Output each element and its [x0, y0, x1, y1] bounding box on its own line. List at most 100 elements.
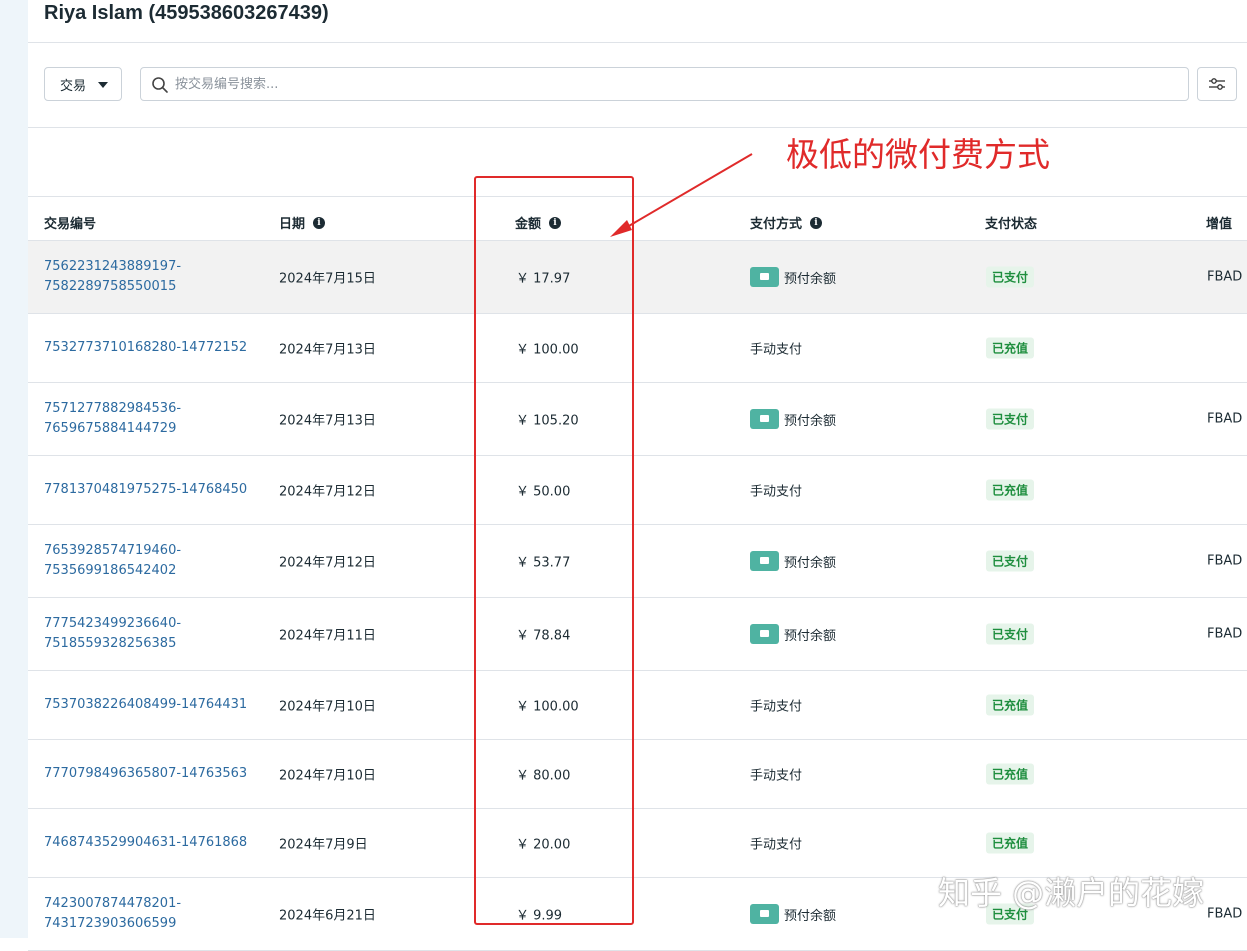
transaction-id-link[interactable]: 7532773710168280-14772152 [44, 338, 247, 358]
table-row[interactable]: 7775423499236640- 7518559328256385 2024年7月… [28, 598, 1247, 671]
table-row[interactable]: 7781370481975275-14768450 2024年7月12日 ￥ 50.… [28, 456, 1247, 525]
table-row[interactable]: 7571277882984536- 7659675884144729 2024年7月… [28, 383, 1247, 456]
status-badge: 已支付 [986, 623, 1035, 645]
column-header-status[interactable]: 支付状态 [985, 213, 1037, 232]
payment-method: 预付余额 [750, 409, 836, 429]
account-title: Riya Islam (459538603267439) [44, 2, 329, 24]
transaction-id-link[interactable]: 7423007874478201- 7431723903606599 [44, 894, 181, 934]
table-row[interactable]: 7532773710168280-14772152 2024年7月13日 ￥ 100… [28, 314, 1247, 383]
divider [28, 42, 1247, 43]
vat-info: FBAD [1207, 553, 1243, 569]
status-badge: 已充值 [986, 763, 1035, 785]
transactions-panel: Riya Islam (459538603267439) 交易 交易编号 日期 … [28, 0, 1247, 951]
filter-sliders-icon [1209, 78, 1225, 90]
column-header-label: 日期 [279, 217, 306, 232]
transaction-date: 2024年7月15日 [279, 271, 376, 287]
vat-info: FBAD [1207, 269, 1243, 285]
transaction-id-link[interactable]: 7571277882984536- 7659675884144729 [44, 399, 181, 439]
payment-method: 预付余额 [750, 624, 836, 644]
column-header-date[interactable]: 日期 i [279, 213, 326, 232]
transaction-date: 2024年7月13日 [279, 413, 376, 429]
column-header-amount[interactable]: 金额 i [515, 213, 562, 232]
payment-method: 预付余额 [750, 551, 836, 571]
transaction-type-label: 交易 [60, 78, 87, 94]
transaction-search-input[interactable] [175, 69, 1175, 99]
payment-method: 手动支付 [750, 765, 802, 784]
transaction-id-line: 7423007874478201- [44, 896, 182, 911]
column-header-label: 支付方式 [750, 217, 803, 232]
table-row[interactable]: 7770798496365807-14763563 2024年7月10日 ￥ 80.… [28, 740, 1247, 809]
search-box[interactable] [140, 67, 1189, 101]
payment-method-label: 预付余额 [784, 413, 837, 429]
table-row[interactable]: 7653928574719460- 7535699186542402 2024年7月… [28, 525, 1247, 598]
search-icon [152, 77, 168, 93]
wallet-icon [750, 624, 779, 644]
transaction-amount: ￥ 105.20 [516, 413, 579, 429]
transaction-id-link[interactable]: 7537038226408499-14764431 [44, 695, 247, 715]
transaction-id-line: 7537038226408499-14764431 [44, 697, 248, 712]
transaction-amount: ￥ 17.97 [516, 271, 571, 287]
payment-method-label: 手动支付 [750, 342, 803, 358]
transaction-date: 2024年6月21日 [279, 908, 376, 924]
table-row[interactable]: 7562231243889197- 7582289758550015 2024年7月… [28, 241, 1247, 314]
transaction-type-select[interactable]: 交易 [44, 67, 122, 101]
payment-method-label: 预付余额 [784, 555, 837, 571]
payment-method-label: 预付余额 [784, 908, 837, 924]
watermark: 知乎 @濑户的花嫁 [938, 874, 1205, 912]
divider [28, 196, 1247, 197]
wallet-icon [750, 904, 779, 924]
transaction-amount: ￥ 78.84 [516, 628, 571, 644]
transaction-date: 2024年7月10日 [279, 699, 376, 715]
transaction-amount: ￥ 53.77 [516, 555, 571, 571]
transaction-id-link[interactable]: 7562231243889197- 7582289758550015 [44, 257, 181, 297]
transaction-id-line: 7775423499236640- [44, 616, 182, 631]
status-badge: 已支付 [986, 266, 1035, 288]
payment-method-label: 手动支付 [750, 837, 803, 853]
status-badge: 已支付 [986, 408, 1035, 430]
transaction-id-link[interactable]: 7653928574719460- 7535699186542402 [44, 541, 181, 581]
column-header-method[interactable]: 支付方式 i [750, 213, 823, 232]
payment-method-label: 预付余额 [784, 628, 837, 644]
info-icon[interactable]: i [313, 216, 326, 229]
payment-method: 手动支付 [750, 481, 802, 500]
info-icon[interactable]: i [810, 216, 823, 229]
transaction-id-link[interactable]: 7775423499236640- 7518559328256385 [44, 614, 181, 654]
transaction-id-line: 7532773710168280-14772152 [44, 340, 248, 355]
transaction-id-line: 7659675884144729 [44, 421, 177, 436]
transaction-id-link[interactable]: 7781370481975275-14768450 [44, 480, 247, 500]
transaction-date: 2024年7月9日 [279, 837, 368, 853]
column-header-txn-id[interactable]: 交易编号 [44, 213, 96, 232]
vat-info: FBAD [1207, 411, 1243, 427]
transaction-amount: ￥ 80.00 [516, 768, 571, 784]
payment-method-label: 手动支付 [750, 484, 803, 500]
table-row[interactable]: 7537038226408499-14764431 2024年7月10日 ￥ 100… [28, 671, 1247, 740]
vat-info: FBAD [1207, 626, 1243, 642]
status-badge: 已充值 [986, 479, 1035, 501]
transaction-id-link[interactable]: 7770798496365807-14763563 [44, 764, 247, 784]
transaction-amount: ￥ 100.00 [516, 342, 579, 358]
payment-method: 手动支付 [750, 339, 802, 358]
transaction-date: 2024年7月11日 [279, 628, 376, 644]
transaction-id-link[interactable]: 7468743529904631-14761868 [44, 833, 247, 853]
payment-method-label: 手动支付 [750, 768, 803, 784]
transaction-id-line: 7535699186542402 [44, 563, 177, 578]
column-header-label: 增值 [1206, 217, 1233, 232]
transaction-id-line: 7653928574719460- [44, 543, 182, 558]
transaction-amount: ￥ 9.99 [516, 908, 563, 924]
transaction-id-line: 7468743529904631-14761868 [44, 835, 248, 850]
payment-method: 手动支付 [750, 834, 802, 853]
wallet-icon [750, 409, 779, 429]
transaction-date: 2024年7月12日 [279, 555, 376, 571]
transaction-amount: ￥ 20.00 [516, 837, 571, 853]
payment-method: 手动支付 [750, 696, 802, 715]
transaction-amount: ￥ 50.00 [516, 484, 571, 500]
transaction-id-line: 7571277882984536- [44, 401, 182, 416]
status-badge: 已支付 [986, 550, 1035, 572]
left-background-strip [0, 0, 28, 938]
column-header-extra[interactable]: 增值 [1206, 213, 1232, 232]
caret-down-icon [98, 82, 108, 88]
status-badge: 已充值 [986, 337, 1035, 359]
transaction-id-line: 7582289758550015 [44, 279, 177, 294]
info-icon[interactable]: i [549, 216, 562, 229]
filter-button[interactable] [1197, 67, 1237, 101]
